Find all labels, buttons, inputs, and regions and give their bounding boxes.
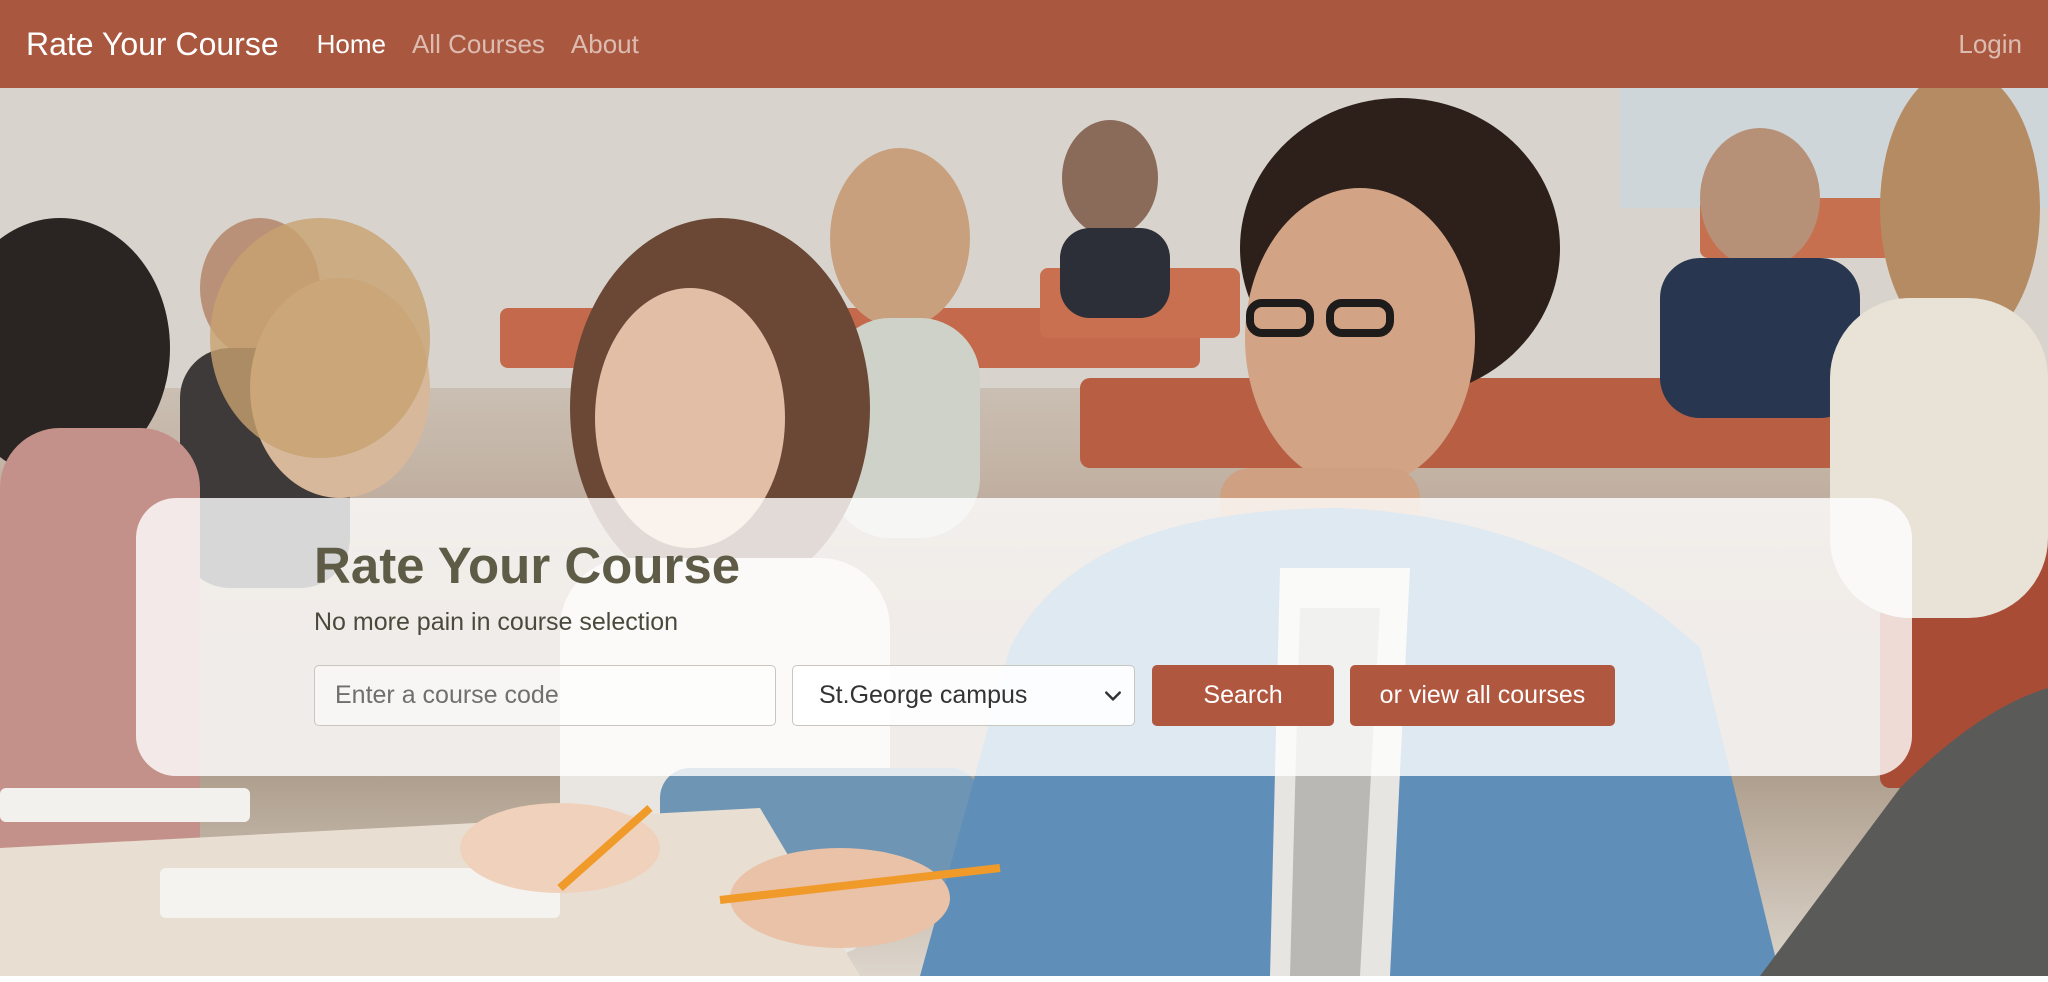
search-button[interactable]: Search bbox=[1152, 665, 1334, 726]
course-code-input[interactable] bbox=[314, 665, 776, 726]
hero-subtitle: No more pain in course selection bbox=[314, 608, 679, 636]
chevron-down-icon bbox=[1105, 690, 1121, 701]
page-bottom-edge bbox=[0, 976, 2048, 982]
campus-select[interactable]: St.George campus bbox=[792, 665, 1135, 726]
campus-select-value: St.George campus bbox=[819, 681, 1028, 709]
nav-link-all-courses[interactable]: All Courses bbox=[412, 29, 545, 60]
brand-logo-link[interactable]: Rate Your Course bbox=[26, 26, 279, 63]
nav-link-about[interactable]: About bbox=[571, 29, 639, 60]
hero-title: Rate Your Course bbox=[314, 537, 741, 594]
view-all-courses-button[interactable]: or view all courses bbox=[1350, 665, 1615, 726]
top-navbar: Rate Your Course Home All Courses About … bbox=[0, 0, 2048, 88]
nav-link-home[interactable]: Home bbox=[317, 29, 386, 60]
nav-link-login[interactable]: Login bbox=[1958, 29, 2022, 60]
